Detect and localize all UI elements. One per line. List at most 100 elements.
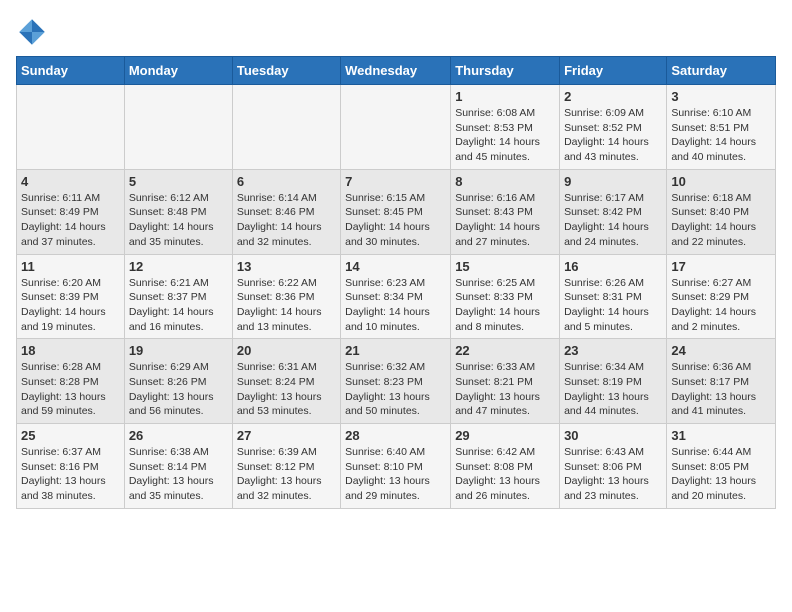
calendar-week-row: 1 Sunrise: 6:08 AMSunset: 8:53 PMDaylight… [17,85,776,170]
calendar-cell [341,85,451,170]
day-number: 12 [129,259,228,274]
day-of-week-header: Saturday [667,57,776,85]
calendar-cell: 15 Sunrise: 6:25 AMSunset: 8:33 PMDayligh… [451,254,560,339]
day-number: 27 [237,428,336,443]
calendar-cell: 30Sunrise: 6:43 AMSunset: 8:06 PMDayligh… [560,424,667,509]
calendar-cell: 1 Sunrise: 6:08 AMSunset: 8:53 PMDaylight… [451,85,560,170]
day-of-week-header: Wednesday [341,57,451,85]
day-number: 7 [345,174,446,189]
calendar-table: SundayMondayTuesdayWednesdayThursdayFrid… [16,56,776,509]
day-number: 31 [671,428,771,443]
day-info: Sunrise: 6:27 AMSunset: 8:29 PMDaylight:… [671,276,771,335]
day-number: 1 [455,89,555,104]
calendar-cell: 7 Sunrise: 6:15 AMSunset: 8:45 PMDaylight… [341,169,451,254]
day-info: Sunrise: 6:31 AMSunset: 8:24 PMDaylight:… [237,360,336,419]
day-info: Sunrise: 6:44 AMSunset: 8:05 PMDaylight:… [671,445,771,504]
calendar-cell: 2Sunrise: 6:09 AMSunset: 8:52 PMDaylight… [560,85,667,170]
day-info: Sunrise: 6:22 AMSunset: 8:36 PMDaylight:… [237,276,336,335]
calendar-cell: 13 Sunrise: 6:22 AMSunset: 8:36 PMDayligh… [232,254,340,339]
page-header [16,16,776,48]
day-number: 15 [455,259,555,274]
day-number: 26 [129,428,228,443]
day-number: 23 [564,343,662,358]
logo [16,16,52,48]
day-number: 29 [455,428,555,443]
day-info: Sunrise: 6:37 AMSunset: 8:16 PMDaylight:… [21,445,120,504]
calendar-cell [17,85,125,170]
calendar-cell: 18 Sunrise: 6:28 AMSunset: 8:28 PMDayligh… [17,339,125,424]
day-info: Sunrise: 6:28 AMSunset: 8:28 PMDaylight:… [21,360,120,419]
logo-icon [16,16,48,48]
day-number: 11 [21,259,120,274]
day-number: 21 [345,343,446,358]
day-number: 17 [671,259,771,274]
day-info: Sunrise: 6:39 AMSunset: 8:12 PMDaylight:… [237,445,336,504]
day-info: Sunrise: 6:32 AMSunset: 8:23 PMDaylight:… [345,360,446,419]
day-number: 13 [237,259,336,274]
day-number: 5 [129,174,228,189]
calendar-cell: 26 Sunrise: 6:38 AMSunset: 8:14 PMDayligh… [124,424,232,509]
calendar-cell [124,85,232,170]
day-info: Sunrise: 6:21 AMSunset: 8:37 PMDaylight:… [129,276,228,335]
day-info: Sunrise: 6:08 AMSunset: 8:53 PMDaylight:… [455,106,555,165]
day-number: 28 [345,428,446,443]
calendar-week-row: 18 Sunrise: 6:28 AMSunset: 8:28 PMDayligh… [17,339,776,424]
day-info: Sunrise: 6:40 AMSunset: 8:10 PMDaylight:… [345,445,446,504]
calendar-cell: 31 Sunrise: 6:44 AMSunset: 8:05 PMDayligh… [667,424,776,509]
calendar-cell: 23Sunrise: 6:34 AMSunset: 8:19 PMDayligh… [560,339,667,424]
calendar-body: 1 Sunrise: 6:08 AMSunset: 8:53 PMDaylight… [17,85,776,509]
day-number: 2 [564,89,662,104]
calendar-week-row: 11 Sunrise: 6:20 AMSunset: 8:39 PMDayligh… [17,254,776,339]
day-info: Sunrise: 6:15 AMSunset: 8:45 PMDaylight:… [345,191,446,250]
calendar-cell: 19Sunrise: 6:29 AMSunset: 8:26 PMDayligh… [124,339,232,424]
calendar-cell: 4 Sunrise: 6:11 AMSunset: 8:49 PMDaylight… [17,169,125,254]
day-info: Sunrise: 6:12 AMSunset: 8:48 PMDaylight:… [129,191,228,250]
day-of-week-header: Thursday [451,57,560,85]
calendar-cell: 20 Sunrise: 6:31 AMSunset: 8:24 PMDayligh… [232,339,340,424]
calendar-cell: 16 Sunrise: 6:26 AMSunset: 8:31 PMDayligh… [560,254,667,339]
day-number: 4 [21,174,120,189]
day-info: Sunrise: 6:38 AMSunset: 8:14 PMDaylight:… [129,445,228,504]
day-number: 16 [564,259,662,274]
day-info: Sunrise: 6:36 AMSunset: 8:17 PMDaylight:… [671,360,771,419]
day-info: Sunrise: 6:26 AMSunset: 8:31 PMDaylight:… [564,276,662,335]
calendar-cell: 17 Sunrise: 6:27 AMSunset: 8:29 PMDayligh… [667,254,776,339]
day-info: Sunrise: 6:17 AMSunset: 8:42 PMDaylight:… [564,191,662,250]
day-number: 8 [455,174,555,189]
day-number: 25 [21,428,120,443]
day-info: Sunrise: 6:18 AMSunset: 8:40 PMDaylight:… [671,191,771,250]
day-number: 10 [671,174,771,189]
calendar-cell: 5 Sunrise: 6:12 AMSunset: 8:48 PMDaylight… [124,169,232,254]
calendar-cell: 27 Sunrise: 6:39 AMSunset: 8:12 PMDayligh… [232,424,340,509]
day-number: 9 [564,174,662,189]
calendar-cell: 24 Sunrise: 6:36 AMSunset: 8:17 PMDayligh… [667,339,776,424]
day-number: 18 [21,343,120,358]
day-info: Sunrise: 6:23 AMSunset: 8:34 PMDaylight:… [345,276,446,335]
day-of-week-header: Sunday [17,57,125,85]
day-info: Sunrise: 6:29 AMSunset: 8:26 PMDaylight:… [129,360,228,419]
calendar-cell: 14 Sunrise: 6:23 AMSunset: 8:34 PMDayligh… [341,254,451,339]
calendar-cell: 29 Sunrise: 6:42 AMSunset: 8:08 PMDayligh… [451,424,560,509]
calendar-cell: 25 Sunrise: 6:37 AMSunset: 8:16 PMDayligh… [17,424,125,509]
calendar-cell: 8 Sunrise: 6:16 AMSunset: 8:43 PMDaylight… [451,169,560,254]
calendar-cell [232,85,340,170]
day-info: Sunrise: 6:43 AMSunset: 8:06 PMDaylight:… [564,445,662,504]
day-number: 20 [237,343,336,358]
day-number: 14 [345,259,446,274]
day-number: 3 [671,89,771,104]
calendar-cell: 6Sunrise: 6:14 AMSunset: 8:46 PMDaylight… [232,169,340,254]
calendar-cell: 28 Sunrise: 6:40 AMSunset: 8:10 PMDayligh… [341,424,451,509]
day-info: Sunrise: 6:16 AMSunset: 8:43 PMDaylight:… [455,191,555,250]
day-of-week-header: Monday [124,57,232,85]
day-info: Sunrise: 6:10 AMSunset: 8:51 PMDaylight:… [671,106,771,165]
day-info: Sunrise: 6:20 AMSunset: 8:39 PMDaylight:… [21,276,120,335]
day-of-week-header: Friday [560,57,667,85]
day-info: Sunrise: 6:42 AMSunset: 8:08 PMDaylight:… [455,445,555,504]
day-info: Sunrise: 6:25 AMSunset: 8:33 PMDaylight:… [455,276,555,335]
calendar-cell: 22Sunrise: 6:33 AMSunset: 8:21 PMDayligh… [451,339,560,424]
day-info: Sunrise: 6:11 AMSunset: 8:49 PMDaylight:… [21,191,120,250]
day-info: Sunrise: 6:33 AMSunset: 8:21 PMDaylight:… [455,360,555,419]
calendar-cell: 11 Sunrise: 6:20 AMSunset: 8:39 PMDayligh… [17,254,125,339]
calendar-cell: 12 Sunrise: 6:21 AMSunset: 8:37 PMDayligh… [124,254,232,339]
day-number: 24 [671,343,771,358]
